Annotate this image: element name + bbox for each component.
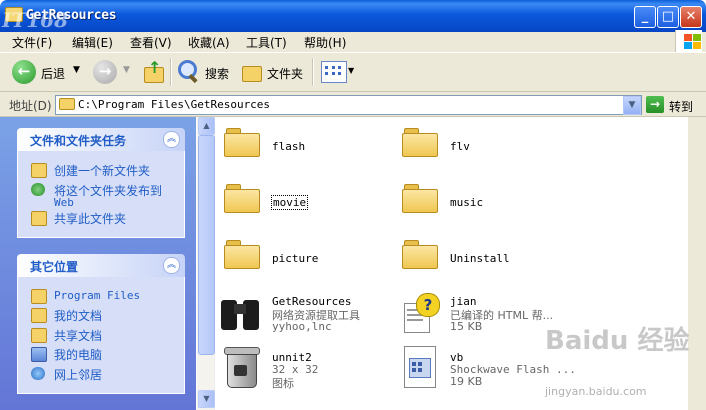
views-dropdown-icon[interactable]: ▼ [348, 66, 354, 75]
file-tasks-header[interactable]: 文件和文件夹任务 ︽ [17, 128, 185, 151]
place-shared-documents[interactable]: 共享文档 [54, 327, 102, 344]
task-publish-web-line2[interactable]: Web [54, 196, 74, 209]
scroll-down-button[interactable]: ▼ [198, 390, 215, 408]
publish-web-icon [31, 183, 45, 196]
folder-name[interactable]: flash [272, 140, 305, 153]
back-button-label[interactable]: 后退 [41, 65, 65, 82]
file-list[interactable] [197, 117, 687, 410]
folder-icon[interactable] [402, 184, 438, 213]
file-tasks-title: 文件和文件夹任务 [30, 134, 127, 148]
place-network[interactable]: 网上邻居 [54, 366, 102, 383]
address-label: 地址(D) [9, 99, 52, 113]
menu-tools[interactable]: 工具(T) [246, 34, 287, 51]
menu-view[interactable]: 查看(V) [130, 34, 172, 51]
menu-file[interactable]: 文件(F) [12, 34, 52, 51]
collapse-chevron-icon[interactable]: ︽ [163, 131, 180, 148]
toolbar-separator [170, 58, 172, 86]
place-program-files[interactable]: Program Files [54, 289, 140, 302]
folder-icon[interactable] [224, 240, 260, 269]
back-dropdown-icon[interactable]: ▼ [73, 65, 80, 75]
scroll-up-button[interactable]: ▲ [198, 117, 215, 135]
task-share-folder[interactable]: 共享此文件夹 [54, 210, 126, 227]
binoculars-icon[interactable] [219, 294, 263, 334]
shared-documents-icon [31, 328, 47, 343]
place-my-documents[interactable]: 我的文档 [54, 307, 102, 324]
go-arrow-icon[interactable]: → [646, 96, 664, 113]
folder-name[interactable]: flv [450, 140, 470, 153]
address-dropdown-button[interactable]: ▼ [623, 96, 641, 115]
menu-favorites[interactable]: 收藏(A) [188, 34, 230, 51]
folder-name[interactable]: music [450, 196, 483, 209]
new-folder-icon [31, 163, 47, 178]
window-edge [688, 117, 706, 410]
task-new-folder[interactable]: 创建一个新文件夹 [54, 162, 150, 179]
minimize-button[interactable]: _ [634, 6, 656, 28]
search-icon[interactable] [177, 59, 201, 84]
baidu-watermark-url: jingyan.baidu.com [545, 385, 647, 398]
file-company: yyhoo,lnc [272, 320, 332, 333]
documents-folder-icon [31, 308, 47, 323]
folder-icon[interactable] [402, 240, 438, 269]
computer-icon [31, 347, 47, 362]
forward-arrow-icon[interactable]: → [93, 60, 117, 84]
address-path[interactable]: C:\Program Files\GetResources [78, 98, 270, 111]
place-my-computer[interactable]: 我的电脑 [54, 346, 102, 363]
recycle-bin-icon[interactable] [222, 345, 262, 389]
share-folder-icon [31, 211, 47, 226]
forward-dropdown-icon[interactable]: ▼ [123, 65, 130, 75]
folder-icon [59, 98, 75, 110]
toolbar-separator [312, 58, 314, 86]
maximize-button[interactable]: □ [657, 6, 679, 28]
back-arrow-icon[interactable]: ← [12, 60, 36, 84]
folder-name[interactable]: picture [272, 252, 318, 265]
folder-icon[interactable] [402, 128, 438, 157]
views-grid-icon[interactable] [321, 61, 347, 83]
collapse-chevron-icon[interactable]: ︽ [163, 257, 180, 274]
folder-icon[interactable] [224, 184, 260, 213]
folder-icon[interactable] [224, 128, 260, 157]
menu-help[interactable]: 帮助(H) [304, 34, 346, 51]
file-size: 15 KB [450, 320, 483, 333]
go-button-label[interactable]: 转到 [669, 98, 693, 115]
folders-button-label[interactable]: 文件夹 [267, 65, 303, 82]
file-type: 图标 [272, 377, 294, 390]
menu-edit[interactable]: 编辑(E) [72, 34, 113, 51]
search-button-label[interactable]: 搜索 [205, 65, 229, 82]
close-button[interactable]: ✕ [680, 6, 702, 28]
network-icon [31, 367, 45, 380]
windows-logo-icon [675, 30, 702, 52]
baidu-watermark: Baidu 经验 [545, 326, 690, 356]
help-file-icon[interactable]: ? [404, 293, 440, 333]
folder-name-focused[interactable]: movie [271, 195, 309, 210]
other-places-title: 其它位置 [30, 260, 79, 274]
flash-file-icon[interactable] [404, 346, 438, 388]
file-size: 19 KB [450, 375, 483, 388]
site-logo-watermark: IT168 [2, 8, 68, 32]
scroll-thumb[interactable] [198, 135, 215, 355]
folders-icon[interactable] [242, 61, 262, 82]
folder-name[interactable]: Uninstall [450, 252, 510, 265]
other-places-header[interactable]: 其它位置 ︽ [17, 254, 185, 277]
folder-up-icon[interactable]: ↑ [142, 58, 164, 84]
folder-icon [31, 289, 47, 304]
